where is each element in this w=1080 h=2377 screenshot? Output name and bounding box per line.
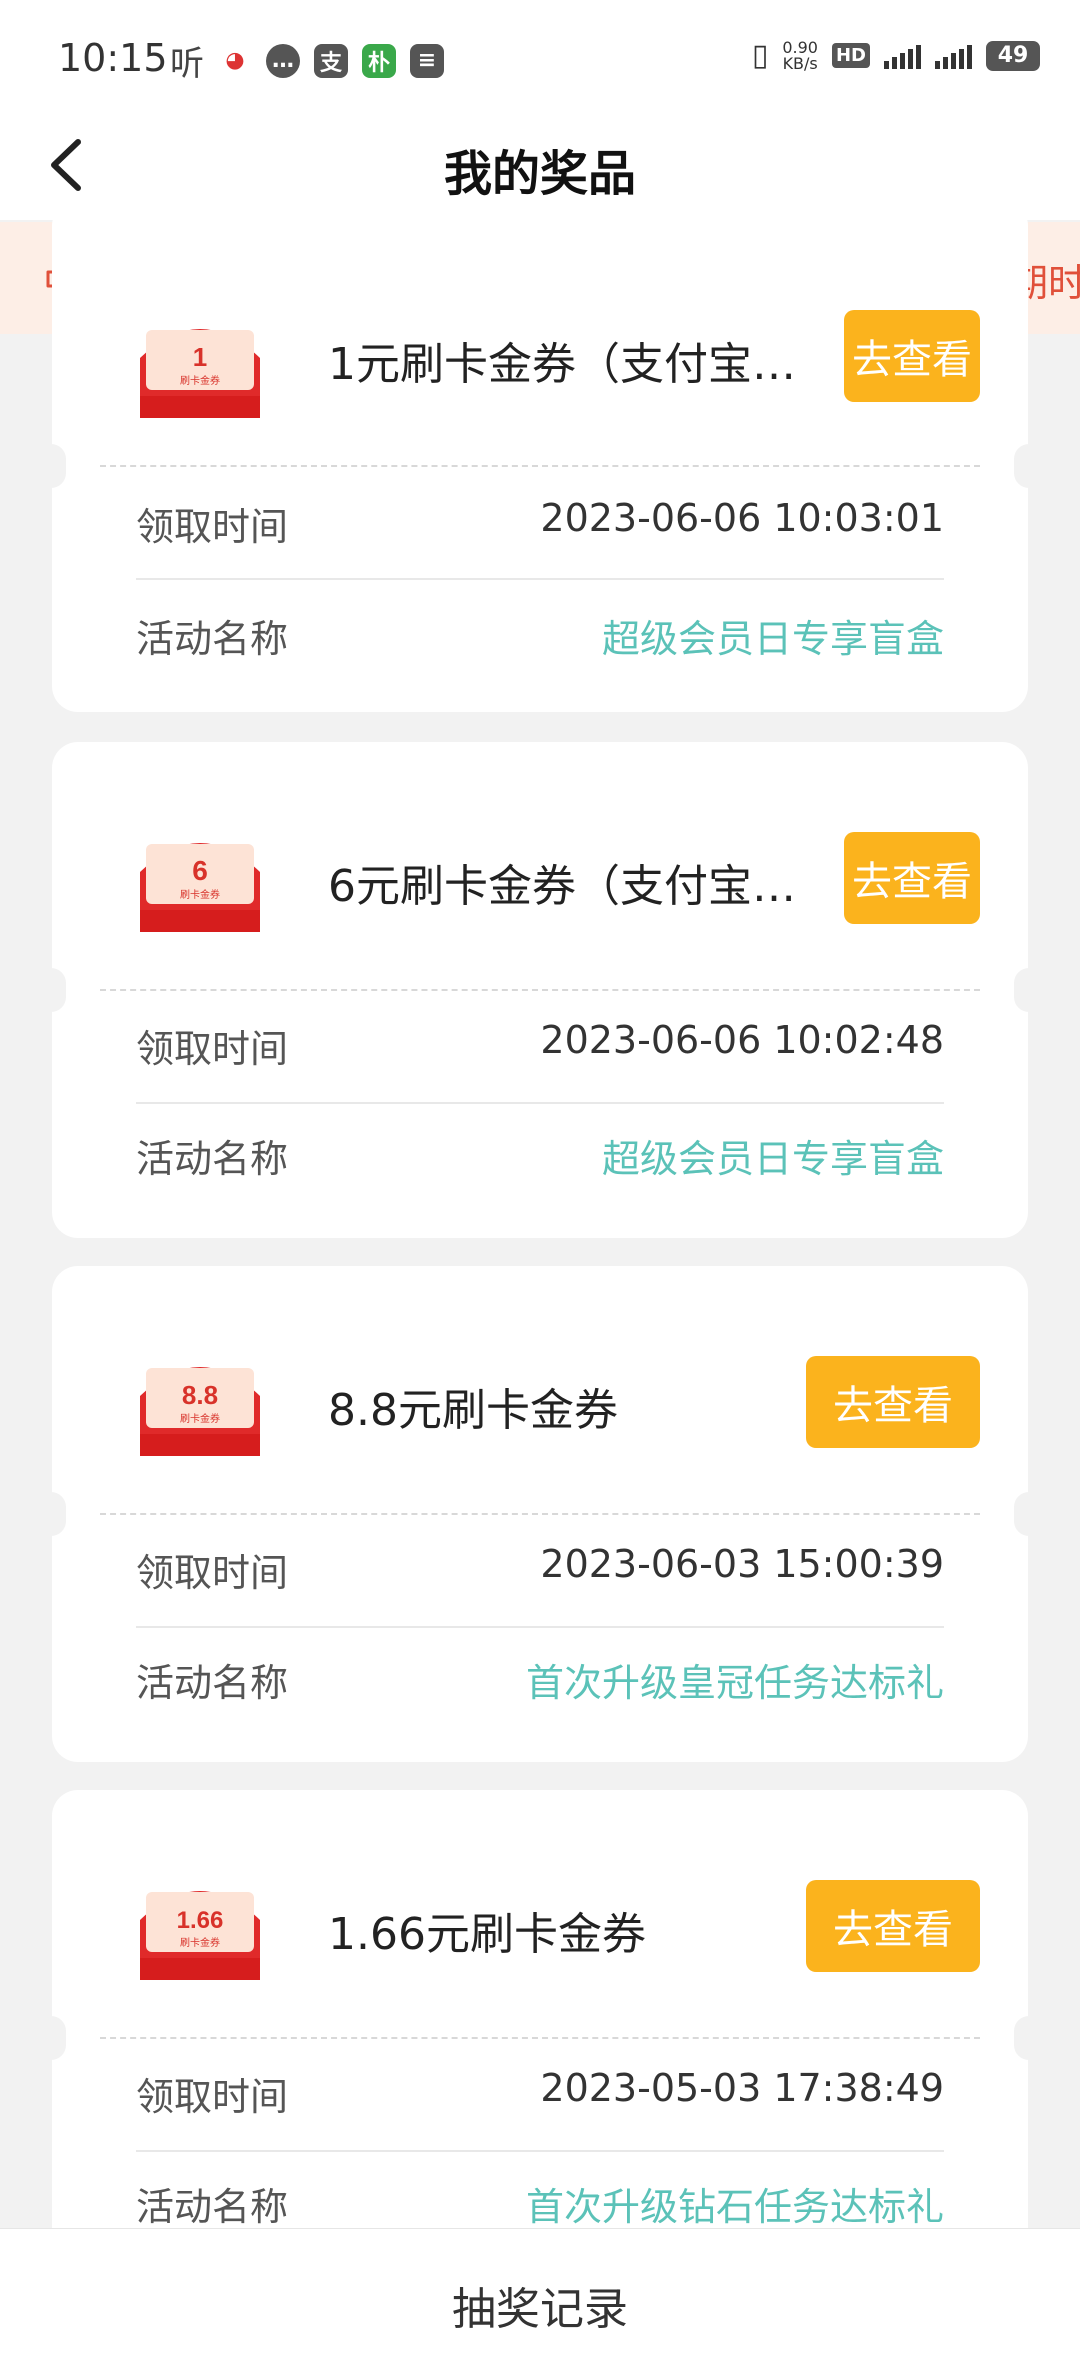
card-notch <box>36 968 66 1012</box>
prize-name: 1.66元刷卡金券 <box>328 1909 646 1960</box>
network-speed: 0.90 KB/s <box>782 37 818 73</box>
card-dashed-divider <box>100 465 980 467</box>
claim-time-value: 2023-06-06 10:03:01 <box>540 496 944 540</box>
claim-time-label: 领取时间 <box>136 2075 289 2119</box>
coupon-caption: 刷卡金券 <box>180 888 220 901</box>
status-indicators: ▯ 0.90 KB/s HD 49 <box>752 38 1040 73</box>
coupon-caption: 刷卡金券 <box>180 1412 220 1425</box>
coupon-caption: 刷卡金券 <box>180 1936 220 1949</box>
notification-icons: 听 ◕ … 支 朴 ≡ <box>170 36 444 85</box>
card-dashed-divider <box>100 989 980 991</box>
coupon-amount: 8.8 <box>182 1380 218 1410</box>
claim-time-value: 2023-06-06 10:02:48 <box>540 1018 944 1062</box>
prize-name: 1元刷卡金券（支付宝… <box>328 339 796 390</box>
card-notch <box>1014 444 1044 488</box>
coupon-amount: 1.66 <box>177 1907 224 1934</box>
row-divider <box>136 2150 944 2152</box>
card-notch <box>36 444 66 488</box>
activity-name-value[interactable]: 超级会员日专享盲盒 <box>602 1128 944 1183</box>
signal-5g-2-icon <box>935 43 972 69</box>
listen-icon: 听 <box>170 44 204 84</box>
prize-card: 8.8 刷卡金券 8.8元刷卡金券 去查看 领取时间 2023-06-03 15… <box>36 1266 1044 1762</box>
card-notch <box>1014 2016 1044 2060</box>
prize-card: 1 刷卡金券 1元刷卡金券（支付宝… 去查看 领取时间 2023-06-06 1… <box>36 200 1044 712</box>
weibo-icon: ◕ <box>218 43 252 78</box>
activity-name-label: 活动名称 <box>136 617 289 661</box>
message-icon: ≡ <box>410 43 444 78</box>
bottom-bar: 抽奖记录 <box>0 2228 1080 2377</box>
lottery-records-button[interactable]: 抽奖记录 <box>0 2273 1080 2337</box>
card-notch <box>36 1492 66 1536</box>
row-divider <box>136 1626 944 1628</box>
view-prize-button[interactable]: 去查看 <box>844 832 980 924</box>
activity-name-label: 活动名称 <box>136 1661 289 1705</box>
view-prize-button[interactable]: 去查看 <box>806 1356 980 1448</box>
alipay-icon: 支 <box>314 43 348 78</box>
card-notch <box>1014 968 1044 1012</box>
claim-time-label: 领取时间 <box>136 1551 289 1595</box>
activity-name-label: 活动名称 <box>136 2185 289 2229</box>
claim-time-value: 2023-05-03 17:38:49 <box>540 2066 944 2110</box>
card-notch <box>36 2016 66 2060</box>
coupon-icon: 1 刷卡金券 <box>132 310 268 420</box>
activity-name-value[interactable]: 超级会员日专享盲盒 <box>602 608 944 663</box>
pinduoduo-icon: 朴 <box>362 43 396 78</box>
activity-name-label: 活动名称 <box>136 1137 289 1181</box>
status-time: 10:15 <box>58 36 168 80</box>
card-dashed-divider <box>100 1513 980 1515</box>
card-notch <box>1014 1492 1044 1536</box>
claim-time-label: 领取时间 <box>136 1027 289 1071</box>
battery-icon: 49 <box>986 40 1040 71</box>
coupon-icon: 1.66 刷卡金券 <box>132 1872 268 1982</box>
row-divider <box>136 578 944 580</box>
view-prize-button[interactable]: 去查看 <box>844 310 980 402</box>
chat-icon: … <box>266 43 300 78</box>
prize-card: 6 刷卡金券 6元刷卡金券（支付宝… 去查看 领取时间 2023-06-06 1… <box>36 742 1044 1238</box>
coupon-icon: 8.8 刷卡金券 <box>132 1348 268 1458</box>
activity-name-value[interactable]: 首次升级钻石任务达标礼 <box>526 2176 944 2231</box>
status-bar: 10:15 听 ◕ … 支 朴 ≡ ▯ 0.90 KB/s HD 49 <box>0 0 1080 110</box>
coupon-icon: 6 刷卡金券 <box>132 824 268 934</box>
prize-name: 8.8元刷卡金券 <box>328 1385 618 1436</box>
coupon-caption: 刷卡金券 <box>180 374 220 387</box>
signal-5g-1-icon <box>884 43 921 69</box>
activity-name-value[interactable]: 首次升级皇冠任务达标礼 <box>526 1652 944 1707</box>
claim-time-value: 2023-06-03 15:00:39 <box>540 1542 944 1586</box>
row-divider <box>136 1102 944 1104</box>
vibrate-icon: ▯ <box>751 38 769 73</box>
hd-icon: HD <box>831 43 870 68</box>
card-dashed-divider <box>100 2037 980 2039</box>
coupon-amount: 1 <box>193 342 207 372</box>
claim-time-label: 领取时间 <box>136 505 289 549</box>
page-title: 我的奖品 <box>443 146 636 202</box>
coupon-amount: 6 <box>192 855 208 886</box>
view-prize-button[interactable]: 去查看 <box>806 1880 980 1972</box>
prize-name: 6元刷卡金券（支付宝… <box>328 861 796 912</box>
